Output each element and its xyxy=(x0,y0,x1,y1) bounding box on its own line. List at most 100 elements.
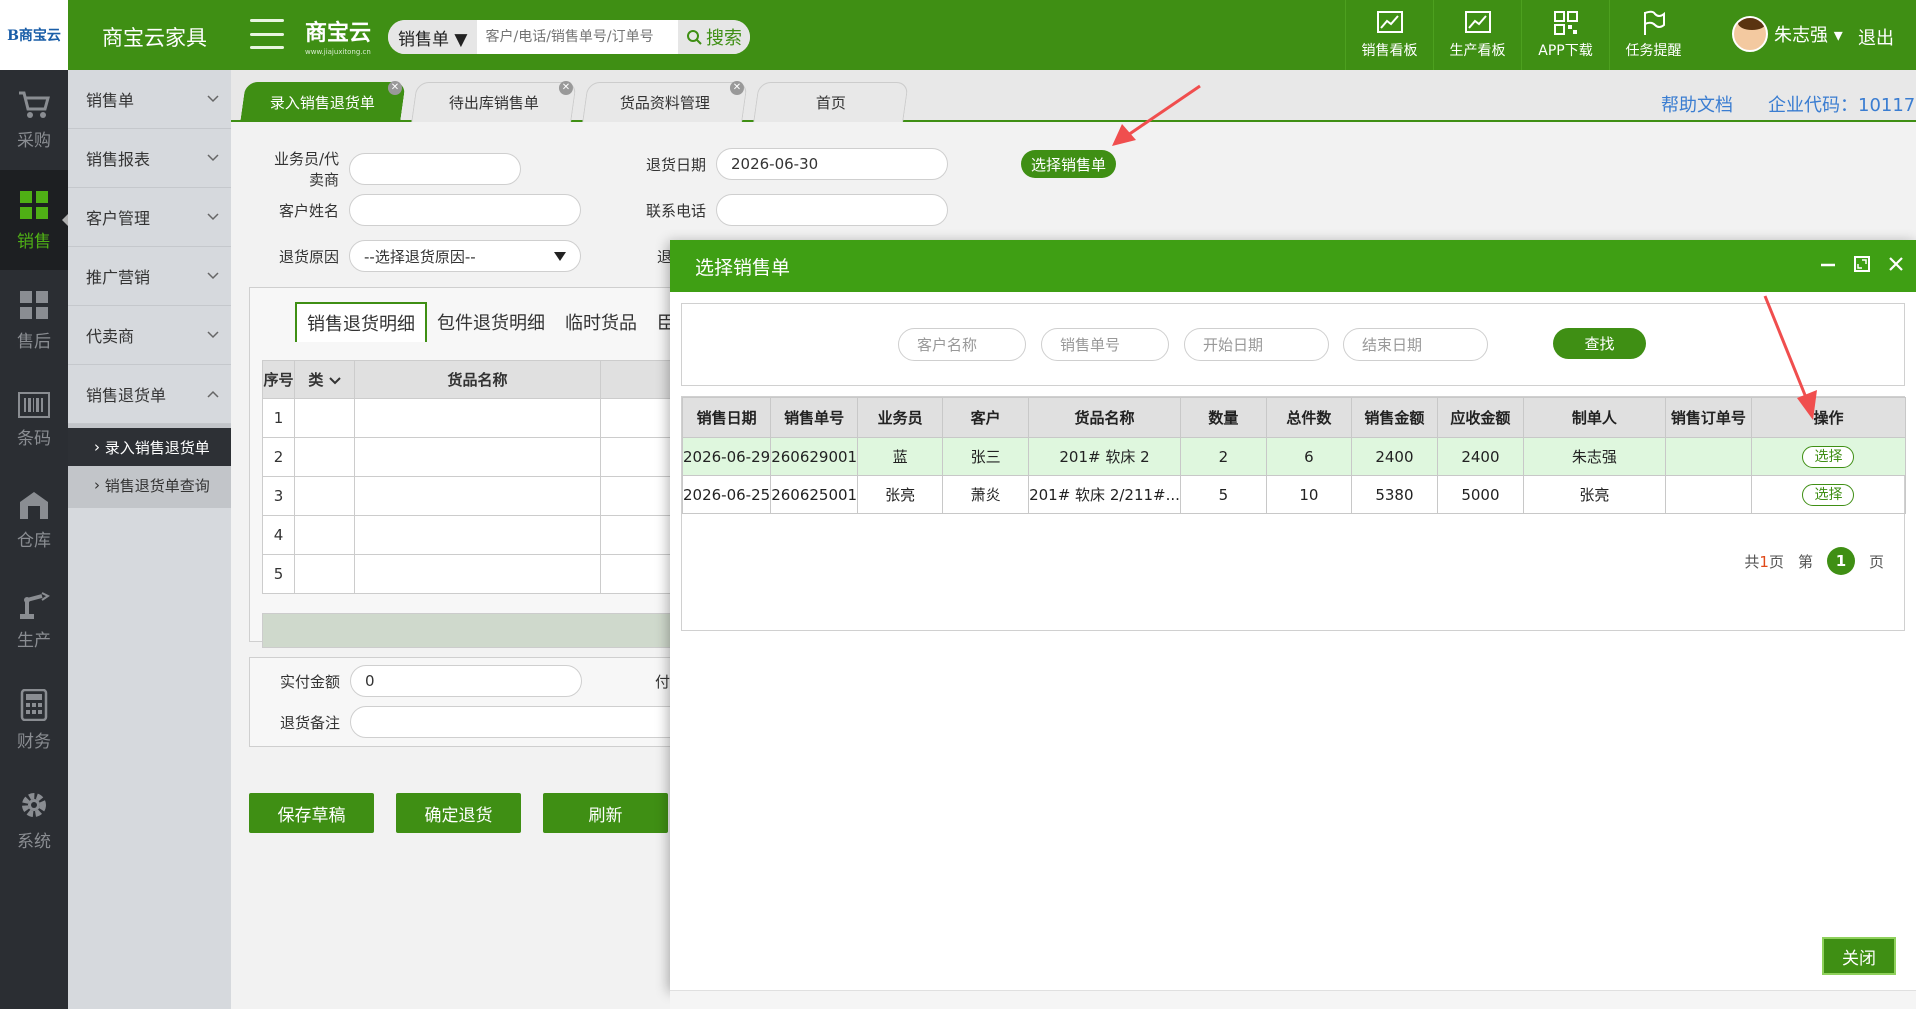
submenu-sales-order[interactable]: 销售单 xyxy=(68,70,231,129)
submenu-enter-return[interactable]: › 录入销售退货单 xyxy=(68,428,231,466)
salesman-field[interactable] xyxy=(349,153,521,185)
reason-select[interactable]: --选择退货原因-- xyxy=(349,240,581,272)
col-order-no: 销售订单号 xyxy=(1664,397,1752,438)
end-date-input[interactable]: 结束日期 xyxy=(1343,328,1488,361)
col-action: 操作 xyxy=(1750,397,1907,438)
page-number[interactable]: 1 xyxy=(1826,547,1855,575)
salesman-label: 业务员/代卖商 xyxy=(273,150,339,189)
col-goods-name: 货品名称 xyxy=(354,360,601,399)
app-download-button[interactable]: APP下载 xyxy=(1521,0,1609,70)
close-button[interactable]: 关闭 xyxy=(1822,937,1896,975)
close-icon[interactable]: ✕ xyxy=(729,81,744,95)
tab-temp-goods[interactable]: 临时货品 xyxy=(555,302,647,342)
submenu-promotion[interactable]: 推广营销 xyxy=(68,247,231,306)
chevron-down-icon xyxy=(328,377,341,385)
col-category[interactable]: 类 xyxy=(294,360,355,399)
chevron-down-icon xyxy=(207,95,219,103)
submenu-agent[interactable]: 代卖商 xyxy=(68,306,231,365)
nav-finance[interactable]: 财务 xyxy=(0,670,68,770)
results-panel: 销售日期 销售单号 业务员 客户 货品名称 数量 总件数 销售金额 应收金额 制… xyxy=(681,396,1907,631)
nav-sales[interactable]: 销售 xyxy=(0,170,68,270)
nav-barcode[interactable]: 条码 xyxy=(0,370,68,470)
close-icon[interactable] xyxy=(1886,254,1906,274)
select-button[interactable]: 选择 xyxy=(1802,445,1855,468)
select-sales-order-button[interactable]: 选择销售单 xyxy=(1021,150,1117,178)
paid-label: 实付金额 xyxy=(279,672,340,691)
help-docs-link[interactable]: 帮助文档 xyxy=(1661,91,1733,117)
customer-name-input[interactable]: 客户名称 xyxy=(898,328,1026,361)
tab-goods-management[interactable]: 货品资料管理 ✕ xyxy=(582,81,748,122)
phone-field[interactable] xyxy=(716,194,948,226)
paid-amount-field[interactable]: 0 xyxy=(350,665,582,697)
save-draft-button[interactable]: 保存草稿 xyxy=(249,793,374,833)
submenu-customer[interactable]: 客户管理 xyxy=(68,188,231,247)
brand: 商宝云 www.jiajuxitong.cn xyxy=(305,21,372,56)
pagination: 共1页 第 1 页 xyxy=(1744,547,1884,575)
start-date-input[interactable]: 开始日期 xyxy=(1184,328,1329,361)
page-prefix: 第 xyxy=(1797,552,1813,571)
cart-icon xyxy=(19,91,50,118)
nav-warehouse[interactable]: 仓库 xyxy=(0,470,68,570)
avatar xyxy=(1732,16,1768,52)
reason-label: 退货原因 xyxy=(278,247,339,266)
find-button[interactable]: 查找 xyxy=(1553,328,1646,359)
refresh-button[interactable]: 刷新 xyxy=(543,793,668,833)
col-total-pieces: 总件数 xyxy=(1265,397,1352,438)
global-search: 销售单 ▼ 搜索 xyxy=(388,20,750,54)
table-row[interactable]: 2026-06-25 260625001 张亮 萧炎 201# 软床 2/211… xyxy=(681,475,1907,514)
tab-package-return[interactable]: 包件退货明细 xyxy=(427,302,555,342)
select-button[interactable]: 选择 xyxy=(1802,483,1855,506)
search-button[interactable]: 搜索 xyxy=(678,20,750,54)
logout-link[interactable]: 退出 xyxy=(1858,24,1894,50)
col-sales-amount: 销售金额 xyxy=(1350,397,1438,438)
chart-icon xyxy=(1464,11,1491,33)
calculator-icon xyxy=(20,688,48,721)
tab-home[interactable]: 首页 xyxy=(753,82,909,122)
tab-return-detail[interactable]: 销售退货明细 xyxy=(295,302,427,342)
close-icon[interactable]: ✕ xyxy=(558,81,573,95)
salesman-row: 业务员/代卖商 xyxy=(259,148,521,190)
menu-toggle-icon[interactable] xyxy=(250,19,284,49)
sales-board-button[interactable]: 销售看板 xyxy=(1345,0,1433,70)
dialog-header: 选择销售单 xyxy=(670,240,1916,292)
production-board-button[interactable]: 生产看板 xyxy=(1433,0,1521,70)
sales-order-table: 销售日期 销售单号 业务员 客户 货品名称 数量 总件数 销售金额 应收金额 制… xyxy=(681,397,1907,514)
page-suffix: 页 xyxy=(1868,552,1884,571)
nav-system[interactable]: 系统 xyxy=(0,770,68,870)
confirm-return-button[interactable]: 确定退货 xyxy=(396,793,521,833)
search-icon xyxy=(687,30,702,45)
submenu-sales-report[interactable]: 销售报表 xyxy=(68,129,231,188)
sales-submenu: 销售单 销售报表 客户管理 推广营销 代卖商 销售退货单 › 录入销售退货单 ›… xyxy=(68,70,231,1009)
col-receivable: 应收金额 xyxy=(1436,397,1524,438)
col-quantity: 数量 xyxy=(1179,397,1267,438)
nav-after-sales[interactable]: 售后 xyxy=(0,270,68,370)
select-sales-order-dialog: 选择销售单 客户名称 销售单号 开始日期 结束日期 查找 销售日期 销售单号 业… xyxy=(670,240,1916,990)
customer-field[interactable] xyxy=(349,194,581,226)
close-icon[interactable]: ✕ xyxy=(387,81,402,95)
module-nav: 采购 销售 售后 条码 仓库 生产 财务 系统 xyxy=(0,70,68,1009)
task-reminder-button[interactable]: 任务提醒 xyxy=(1609,0,1697,70)
paid-row: 实付金额 0 xyxy=(260,665,582,697)
col-sales-date: 销售日期 xyxy=(681,397,772,438)
chevron-down-icon xyxy=(207,272,219,280)
submenu-sales-return[interactable]: 销售退货单 xyxy=(68,365,231,424)
return-date-field[interactable]: 2026-06-30 xyxy=(716,148,948,180)
user-menu[interactable]: 朱志强 ▾ xyxy=(1732,16,1843,52)
maximize-icon[interactable] xyxy=(1852,254,1872,274)
tab-pending-outbound[interactable]: 待出库销售单 ✕ xyxy=(411,81,577,122)
form-actions: 保存草稿 确定退货 刷新 xyxy=(249,793,668,833)
customer-label: 客户姓名 xyxy=(278,201,339,220)
submenu-query-return[interactable]: › 销售退货单查询 xyxy=(68,466,231,504)
page-total: 共1页 xyxy=(1744,552,1784,571)
nav-purchase[interactable]: 采购 xyxy=(0,70,68,170)
search-input[interactable] xyxy=(477,29,678,45)
minimize-icon[interactable] xyxy=(1818,254,1838,274)
detail-tabs: 销售退货明细 包件退货明细 临时货品 臣 xyxy=(295,302,685,342)
sales-order-no-input[interactable]: 销售单号 xyxy=(1041,328,1169,361)
tab-enter-return[interactable]: 录入销售退货单 ✕ xyxy=(240,81,406,122)
boxes-icon xyxy=(20,190,48,219)
search-type-select[interactable]: 销售单 ▼ xyxy=(388,20,478,54)
chevron-up-icon xyxy=(207,390,219,398)
table-row[interactable]: 2026-06-29 260629001 蓝 张三 201# 软床 2 2 6 … xyxy=(681,437,1907,476)
nav-production[interactable]: 生产 xyxy=(0,570,68,670)
